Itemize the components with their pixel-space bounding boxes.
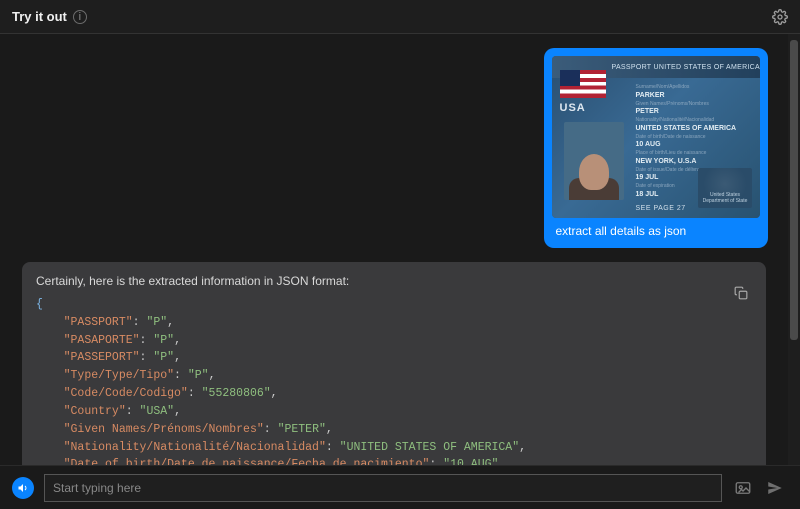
json-code-block: { "PASSPORT": "P", "PASAPORTE": "P", "PA…	[36, 296, 752, 465]
message-input-wrap[interactable]	[44, 474, 722, 502]
attach-image-icon[interactable]	[732, 477, 754, 499]
info-icon[interactable]: i	[73, 10, 87, 24]
passport-image: PASSPORT UNITED STATES OF AMERICA USA Su…	[552, 56, 761, 218]
issuer-seal: United States Department of State	[698, 168, 752, 208]
chat-scroll-area[interactable]: PASSPORT UNITED STATES OF AMERICA USA Su…	[0, 34, 788, 465]
assistant-intro: Certainly, here is the extracted informa…	[36, 274, 752, 288]
gear-icon[interactable]	[772, 9, 788, 25]
see-page-note: SEE PAGE 27	[636, 205, 686, 212]
passport-country-code: USA	[560, 102, 586, 114]
header-bar: Try it out i	[0, 0, 800, 34]
voice-button[interactable]	[12, 477, 34, 499]
passport-photo	[564, 122, 624, 200]
message-input[interactable]	[53, 481, 713, 495]
input-bar	[0, 465, 800, 509]
attachment-image[interactable]: PASSPORT UNITED STATES OF AMERICA USA Su…	[552, 56, 761, 218]
scrollbar[interactable]	[788, 34, 800, 465]
page-title: Try it out	[12, 9, 67, 24]
send-icon[interactable]	[764, 477, 786, 499]
scrollbar-thumb[interactable]	[790, 40, 798, 340]
copy-icon[interactable]	[734, 286, 752, 304]
user-message-text: extract all details as json	[552, 218, 761, 240]
flag-icon	[560, 70, 606, 98]
assistant-message: Certainly, here is the extracted informa…	[22, 262, 766, 465]
user-message: PASSPORT UNITED STATES OF AMERICA USA Su…	[546, 50, 767, 246]
